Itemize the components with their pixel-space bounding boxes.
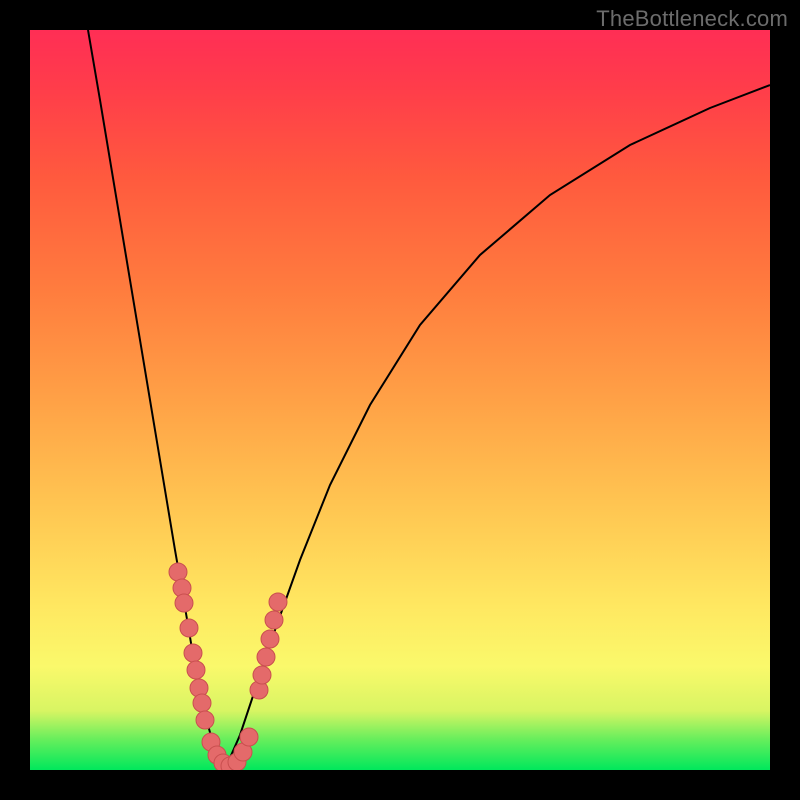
dot-cluster-valley [240, 728, 258, 746]
dot-cluster-left [187, 661, 205, 679]
dot-cluster-left [175, 594, 193, 612]
plot-area [30, 30, 770, 770]
dot-cluster-left [193, 694, 211, 712]
dot-cluster-right [269, 593, 287, 611]
dot-cluster-left [169, 563, 187, 581]
curve-layer [30, 30, 770, 770]
chart-frame: TheBottleneck.com [0, 0, 800, 800]
watermark-text: TheBottleneck.com [596, 6, 788, 32]
dot-cluster-right [257, 648, 275, 666]
dot-cluster-right [265, 611, 283, 629]
dot-cluster-right [253, 666, 271, 684]
curve-left-branch [88, 30, 225, 767]
dot-cluster-right [261, 630, 279, 648]
dot-cluster-left [196, 711, 214, 729]
dot-cluster-left [180, 619, 198, 637]
dot-cluster-left [184, 644, 202, 662]
curve-right-branch [226, 85, 770, 767]
